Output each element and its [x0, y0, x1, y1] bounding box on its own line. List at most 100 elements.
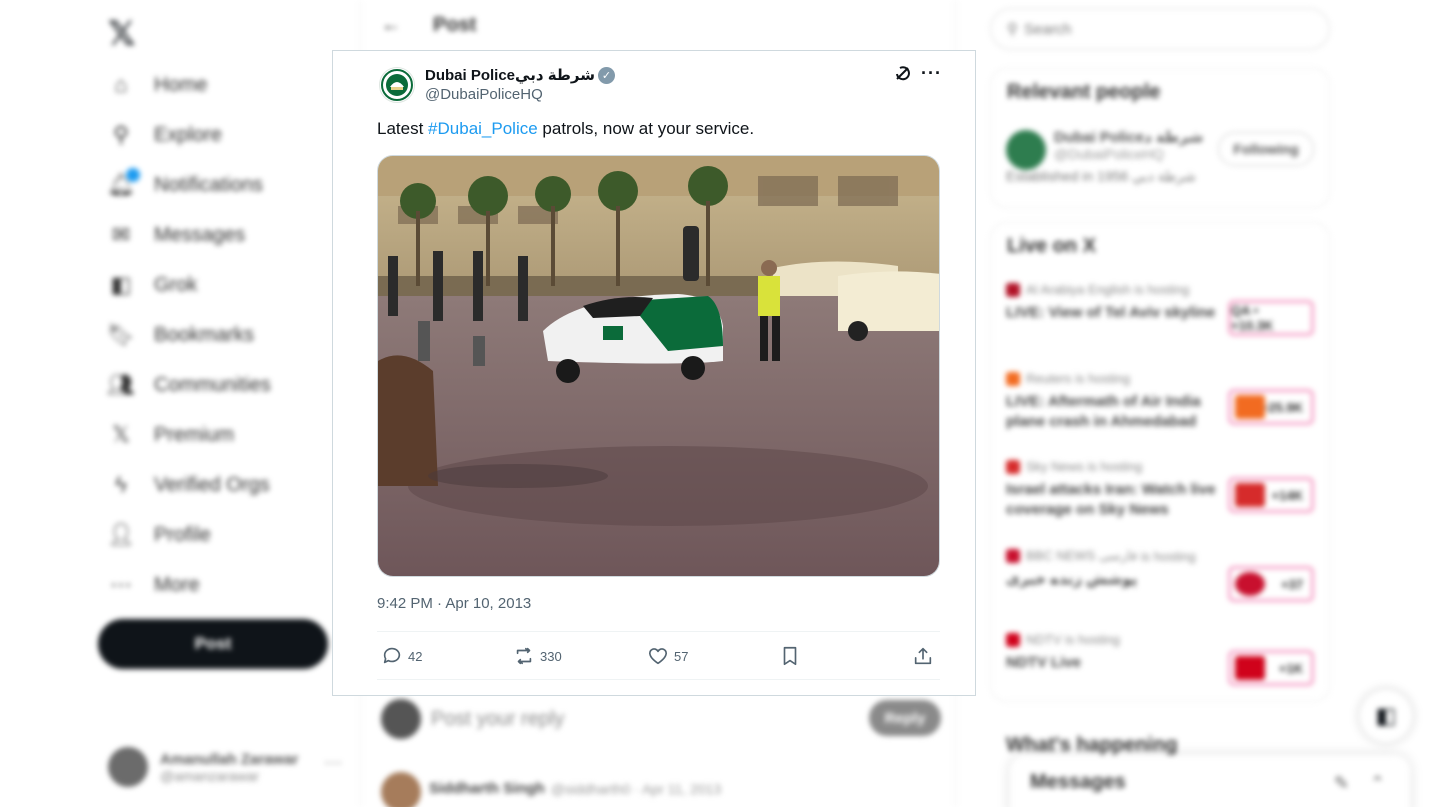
author-avatar[interactable]: [379, 67, 415, 103]
nav-more[interactable]: ⋯ More: [108, 565, 200, 605]
live-item[interactable]: BBC NEWS فارسی is hosting پوشش زنده خبری…: [1006, 548, 1322, 602]
police-supercar-photo: [378, 156, 939, 576]
live-count: +14K: [1271, 487, 1303, 503]
thumbnail-image: [1235, 483, 1265, 507]
relevant-person-bio: Established in 1956 شرطة دبي: [1006, 168, 1196, 184]
repost-button[interactable]: 330: [513, 641, 562, 671]
nav-profile[interactable]: 👤︎ Profile: [107, 515, 211, 555]
live-title-text: پوشش زنده خبری: [1006, 571, 1138, 588]
author-handle[interactable]: @DubaiPoliceHQ: [425, 86, 543, 103]
nav-explore[interactable]: ⚲ Explore: [108, 115, 222, 155]
broadcaster-icon: [1006, 632, 1020, 647]
live-thumbnail: QA • +10.3K: [1228, 300, 1314, 336]
live-item[interactable]: Al Arabiya English is hosting LIVE: View…: [1006, 282, 1322, 336]
live-title-text: Israel attacks Iran: Watch live coverage…: [1006, 481, 1216, 518]
live-source: NDTV: [1026, 632, 1062, 647]
share-button[interactable]: [912, 641, 939, 671]
live-count: +37: [1280, 576, 1303, 592]
messages-drawer-title: Messages: [1030, 771, 1126, 793]
broadcaster-icon: [1006, 549, 1020, 563]
following-button[interactable]: Following: [1218, 132, 1314, 166]
nav-messages[interactable]: ✉ Messages: [108, 215, 245, 255]
hashtag-link[interactable]: #Dubai_Police: [428, 119, 538, 138]
tweet-actions: 42 330 57: [377, 641, 940, 671]
nav-home-label: Home: [154, 73, 208, 96]
tweet-photo[interactable]: [377, 155, 940, 577]
dubai-police-logo-icon: [381, 69, 413, 101]
reply-meta: @siddharth0 · Apr 11, 2013: [550, 781, 722, 797]
relevant-person[interactable]: Dubai Policeشرطة د @DubaiPoliceHQ Establ…: [1006, 128, 1203, 185]
more-icon: ···: [324, 752, 342, 772]
chevron-up-icon[interactable]: ⌃: [1370, 773, 1385, 794]
nav-grok-label: Grok: [154, 273, 198, 296]
avatar: [108, 747, 148, 787]
grok-icon: ◧: [110, 272, 132, 297]
nav-bookmarks[interactable]: 🔖︎ Bookmarks: [107, 315, 254, 355]
repost-icon: [516, 647, 532, 665]
bookmark-icon: [783, 646, 797, 666]
author-name[interactable]: Dubai Policeشرطة دبي ✓: [425, 66, 616, 84]
reply-composer: Post your reply Reply: [381, 696, 941, 742]
search-placeholder: Search: [1024, 20, 1072, 38]
x-logo[interactable]: 𝕏: [108, 14, 135, 54]
bell-icon: 🔔︎: [107, 168, 140, 198]
nav-grok[interactable]: ◧ Grok: [108, 265, 198, 305]
reply-button[interactable]: 42: [381, 641, 422, 671]
grok-icon: [896, 66, 910, 81]
divider: [377, 631, 940, 632]
reply-count: 42: [408, 648, 423, 664]
home-icon: ⌂: [114, 72, 128, 97]
tweet-timestamp[interactable]: 9:42 PM · Apr 10, 2013: [377, 595, 531, 612]
page-title: Post: [433, 14, 477, 36]
nav-premium-label: Premium: [154, 423, 235, 446]
live-item[interactable]: Reuters is hosting LIVE: Aftermath of Ai…: [1006, 371, 1322, 432]
nav-notifications[interactable]: 🔔︎ Notifications: [107, 165, 263, 205]
compose-message-icon[interactable]: ✎: [1334, 773, 1349, 794]
live-status: is hosting: [1065, 632, 1120, 647]
grok-explain-icon[interactable]: [894, 65, 912, 88]
center-header: ← Post: [381, 14, 476, 37]
live-item[interactable]: NDTV is hosting NDTV Live +1K: [1006, 632, 1322, 686]
search-input[interactable]: ⚲ Search: [990, 8, 1330, 50]
live-count: +25.9K: [1260, 399, 1303, 415]
nav-messages-label: Messages: [154, 223, 246, 246]
avatar: [381, 772, 421, 807]
reply-button[interactable]: Reply: [869, 700, 941, 736]
notification-badge: [126, 168, 140, 182]
live-count: QA • +10.3K: [1231, 303, 1274, 333]
focused-tweet: Dubai Policeشرطة دبي ✓ @DubaiPoliceHQ ··…: [332, 50, 976, 696]
nav-communities[interactable]: 👥︎ Communities: [107, 365, 271, 405]
person-icon: 👤︎: [107, 522, 135, 547]
thumbnail-image: [1235, 572, 1265, 596]
nav-notifications-label: Notifications: [154, 173, 263, 196]
heart-icon: [648, 648, 668, 665]
live-title-text: LIVE: View of Tel Aviv skyline: [1006, 304, 1216, 321]
live-title-text: LIVE: Aftermath of Air India plane crash…: [1006, 393, 1201, 430]
reply-tweet[interactable]: Siddharth Singh @siddharth0 · Apr 11, 20…: [381, 772, 941, 807]
live-source: Sky News: [1026, 459, 1084, 474]
nav-premium[interactable]: 𝕏 Premium: [108, 415, 234, 455]
search-icon: ⚲: [1007, 21, 1018, 38]
bookmark-button[interactable]: [779, 641, 806, 671]
post-button[interactable]: Post: [98, 619, 328, 669]
grok-floating-button[interactable]: ◧: [1360, 690, 1412, 742]
grok-icon: ◧: [1375, 703, 1397, 728]
avatar: [1006, 130, 1046, 170]
nav-home[interactable]: ⌂ Home: [108, 65, 207, 105]
bookmark-icon: 🔖︎: [107, 322, 135, 347]
lightning-icon: ϟ: [115, 472, 127, 497]
like-button[interactable]: 57: [647, 641, 688, 671]
live-status: is hosting: [1075, 371, 1131, 386]
whats-happening-title: What's happening: [1006, 734, 1178, 756]
nav-verified-orgs[interactable]: ϟ Verified Orgs: [108, 465, 269, 505]
account-switcher[interactable]: Amanullah Zarawar @amanzarawar ···: [108, 742, 348, 792]
live-item[interactable]: Sky News is hosting Israel attacks Iran:…: [1006, 459, 1322, 520]
back-arrow-icon[interactable]: ←: [381, 14, 401, 37]
live-title-text: NDTV Live: [1006, 654, 1082, 671]
live-status: is hosting: [1140, 548, 1196, 564]
messages-drawer[interactable]: Messages ✎ ⌃: [1010, 755, 1410, 807]
live-source: Al Arabiya English: [1026, 282, 1131, 297]
more-options-icon[interactable]: ···: [921, 63, 942, 84]
live-status: is hosting: [1087, 459, 1143, 474]
reply-input[interactable]: Post your reply: [431, 708, 564, 731]
